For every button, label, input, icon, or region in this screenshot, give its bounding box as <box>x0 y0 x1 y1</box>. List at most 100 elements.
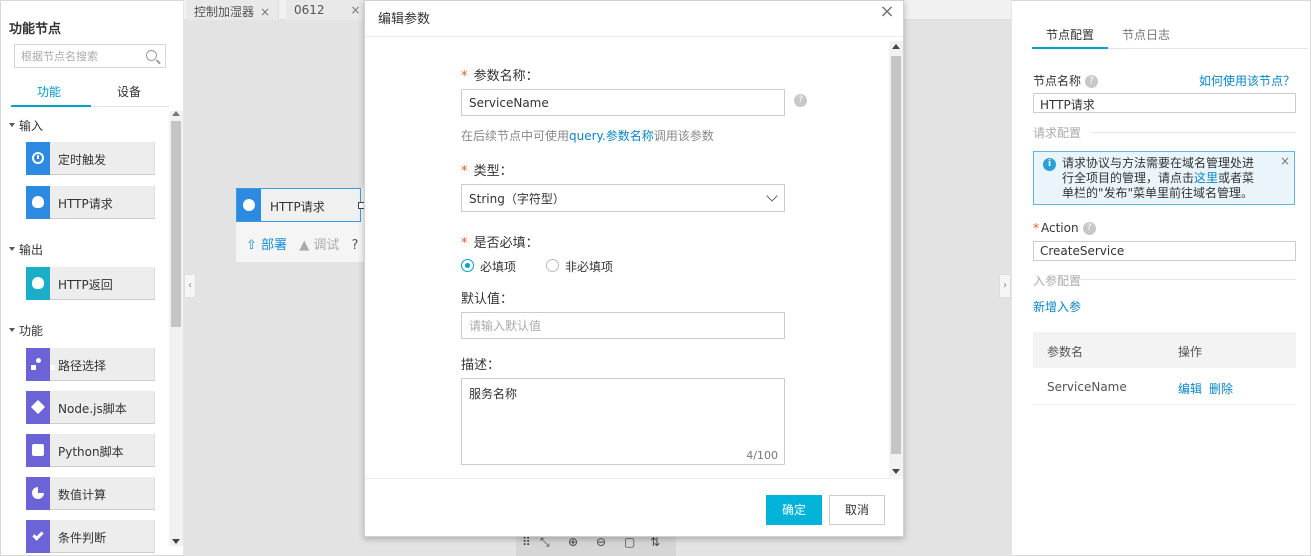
fit-view-icon[interactable]: ⤡ <box>540 535 550 550</box>
node-config-panel: 节点配置 节点日志 节点名称? 如何使用该节点？ HTTP请求 请求配置 i 请… <box>1011 0 1311 556</box>
add-param-link[interactable]: 新增入参 <box>1033 298 1081 315</box>
debug-button[interactable]: ▲ 调试 <box>299 238 339 253</box>
node-name-input[interactable]: HTTP请求 <box>1033 93 1296 113</box>
help-icon[interactable]: ? <box>794 94 807 107</box>
dialog-scrollbar[interactable] <box>889 41 903 477</box>
cancel-button[interactable]: 取消 <box>829 495 885 525</box>
required-radio-group: 必填项 非必填项 <box>461 259 661 275</box>
tab-function[interactable]: 功能 <box>37 83 61 100</box>
param-help-text: 在后续节点中可使用query.参数名称调用该参数 <box>461 127 714 144</box>
scroll-down-icon[interactable] <box>172 539 180 544</box>
layout-icon[interactable]: ⇅ <box>650 535 660 549</box>
delete-link[interactable]: 删除 <box>1209 380 1233 397</box>
zoom-out-icon[interactable]: ⊖ <box>596 535 606 549</box>
node-numeric-calc[interactable]: 数值计算 <box>26 477 155 510</box>
radio-optional-label[interactable]: 非必填项 <box>565 258 613 275</box>
type-selected-value: String（字符型） <box>469 192 565 206</box>
dialog-body: * 参数名称： ? 在后续节点中可使用query.参数名称调用该参数 * 类型：… <box>365 38 903 478</box>
node-route-select[interactable]: 路径选择 <box>26 348 155 381</box>
node-search <box>14 44 166 68</box>
collapse-left-icon[interactable]: ‹ <box>184 274 196 298</box>
close-icon[interactable]: × <box>877 3 897 23</box>
divider <box>1092 132 1296 133</box>
scroll-down-icon[interactable] <box>892 469 900 474</box>
scroll-up-icon[interactable] <box>172 111 180 116</box>
type-select[interactable]: String（字符型） <box>461 184 785 212</box>
edit-link[interactable]: 编辑 <box>1178 380 1202 397</box>
node-label: 数值计算 <box>58 488 107 502</box>
zoom-in-icon[interactable]: ⊕ <box>568 535 578 549</box>
debug-label: 调试 <box>313 238 340 253</box>
node-http-response[interactable]: HTTP返回 <box>26 267 155 300</box>
table-row: ServiceName 编辑 删除 <box>1033 369 1296 405</box>
node-timer-trigger[interactable]: 定时触发 <box>26 142 155 175</box>
node-http-request[interactable]: HTTP请求 <box>26 186 155 219</box>
node-label: 条件判断 <box>58 531 107 545</box>
param-name-label-text: 参数名称： <box>473 69 539 84</box>
node-category-tabs: 功能 设备 <box>11 79 169 107</box>
confirm-button[interactable]: 确定 <box>766 495 822 525</box>
deploy-button[interactable]: ⇧ 部署 <box>246 238 287 253</box>
default-value-input[interactable] <box>461 312 785 339</box>
close-icon[interactable]: × <box>1280 154 1290 168</box>
request-config-label: 请求配置 <box>1033 126 1082 140</box>
close-icon[interactable]: × <box>260 5 270 19</box>
collapse-right-icon[interactable]: › <box>999 274 1011 298</box>
how-to-use-link[interactable]: 如何使用该节点？ <box>1199 72 1295 89</box>
info-alert: i 请求协议与方法需要在域名管理处进行全项目的管理，请点击这里或者菜单栏的"发布… <box>1033 151 1295 205</box>
canvas-node-label: HTTP请求 <box>270 200 325 214</box>
tab-0612[interactable]: 0612 × <box>286 0 370 20</box>
node-label: HTTP返回 <box>58 278 113 292</box>
node-library-panel: 功能节点 功能 设备 输入 定时触发 HTTP请求 输出 HTTP返回 功能 路… <box>0 0 184 556</box>
tab-node-config[interactable]: 节点配置 <box>1046 26 1094 43</box>
params-table-header: 参数名 操作 <box>1033 332 1296 368</box>
node-nodejs-script[interactable]: Node.js脚本 <box>26 391 155 424</box>
col-param-name: 参数名 <box>1047 345 1084 359</box>
tab-humidifier[interactable]: 控制加湿器 × <box>186 0 280 20</box>
group-input-title[interactable]: 输入 <box>9 117 43 134</box>
canvas-node-http-request[interactable]: HTTP请求 <box>236 188 365 222</box>
scrollbar-thumb[interactable] <box>171 121 181 327</box>
radio-required[interactable] <box>461 259 474 272</box>
frame-icon[interactable]: ▢ <box>624 535 635 549</box>
required-mark: * <box>461 236 468 251</box>
radio-required-label[interactable]: 必填项 <box>480 258 516 275</box>
drag-handle-icon[interactable]: ⠿ <box>522 535 531 549</box>
query-param-link: query.参数名称 <box>569 129 654 143</box>
dialog-footer: 确定 取消 <box>365 478 903 536</box>
bulb-icon <box>26 267 50 300</box>
description-value: 服务名称 <box>469 387 518 401</box>
search-icon[interactable] <box>146 50 157 61</box>
type-label: * 类型： <box>461 160 513 179</box>
help-icon[interactable]: ? <box>1085 75 1099 88</box>
node-condition[interactable]: 条件判断 <box>26 520 155 553</box>
group-function-title[interactable]: 功能 <box>9 322 43 339</box>
puzzle-icon <box>26 434 50 467</box>
default-label: 默认值： <box>461 292 514 307</box>
tab-node-log[interactable]: 节点日志 <box>1122 26 1170 43</box>
domain-manage-link[interactable]: 这里 <box>1194 171 1218 185</box>
param-name-label: * 参数名称： <box>461 65 539 84</box>
scroll-up-icon[interactable] <box>892 44 900 49</box>
left-scrollbar[interactable] <box>169 111 183 546</box>
radio-optional[interactable] <box>546 259 559 272</box>
node-python-script[interactable]: Python脚本 <box>26 434 155 467</box>
help-icon[interactable]: ? <box>1082 222 1096 235</box>
required-label: * 是否必填： <box>461 232 539 251</box>
col-operation: 操作 <box>1178 345 1203 359</box>
action-input[interactable]: CreateService <box>1033 241 1296 261</box>
param-name-input[interactable] <box>461 89 785 116</box>
active-tab-indicator <box>11 105 91 107</box>
description-textarea[interactable]: 服务名称 4/100 <box>461 378 785 465</box>
group-output-title[interactable]: 输出 <box>9 241 43 258</box>
http-request-icon <box>26 186 50 219</box>
node-label: 路径选择 <box>58 359 107 373</box>
tab-label: 控制加湿器 <box>194 5 255 19</box>
node-search-input[interactable] <box>15 45 139 67</box>
tab-device[interactable]: 设备 <box>117 83 141 100</box>
info-icon: i <box>1043 158 1056 171</box>
clock-icon <box>26 142 50 175</box>
help-icon[interactable]: ? <box>351 238 358 253</box>
close-icon[interactable]: × <box>351 3 361 17</box>
scrollbar-thumb[interactable] <box>891 56 901 454</box>
